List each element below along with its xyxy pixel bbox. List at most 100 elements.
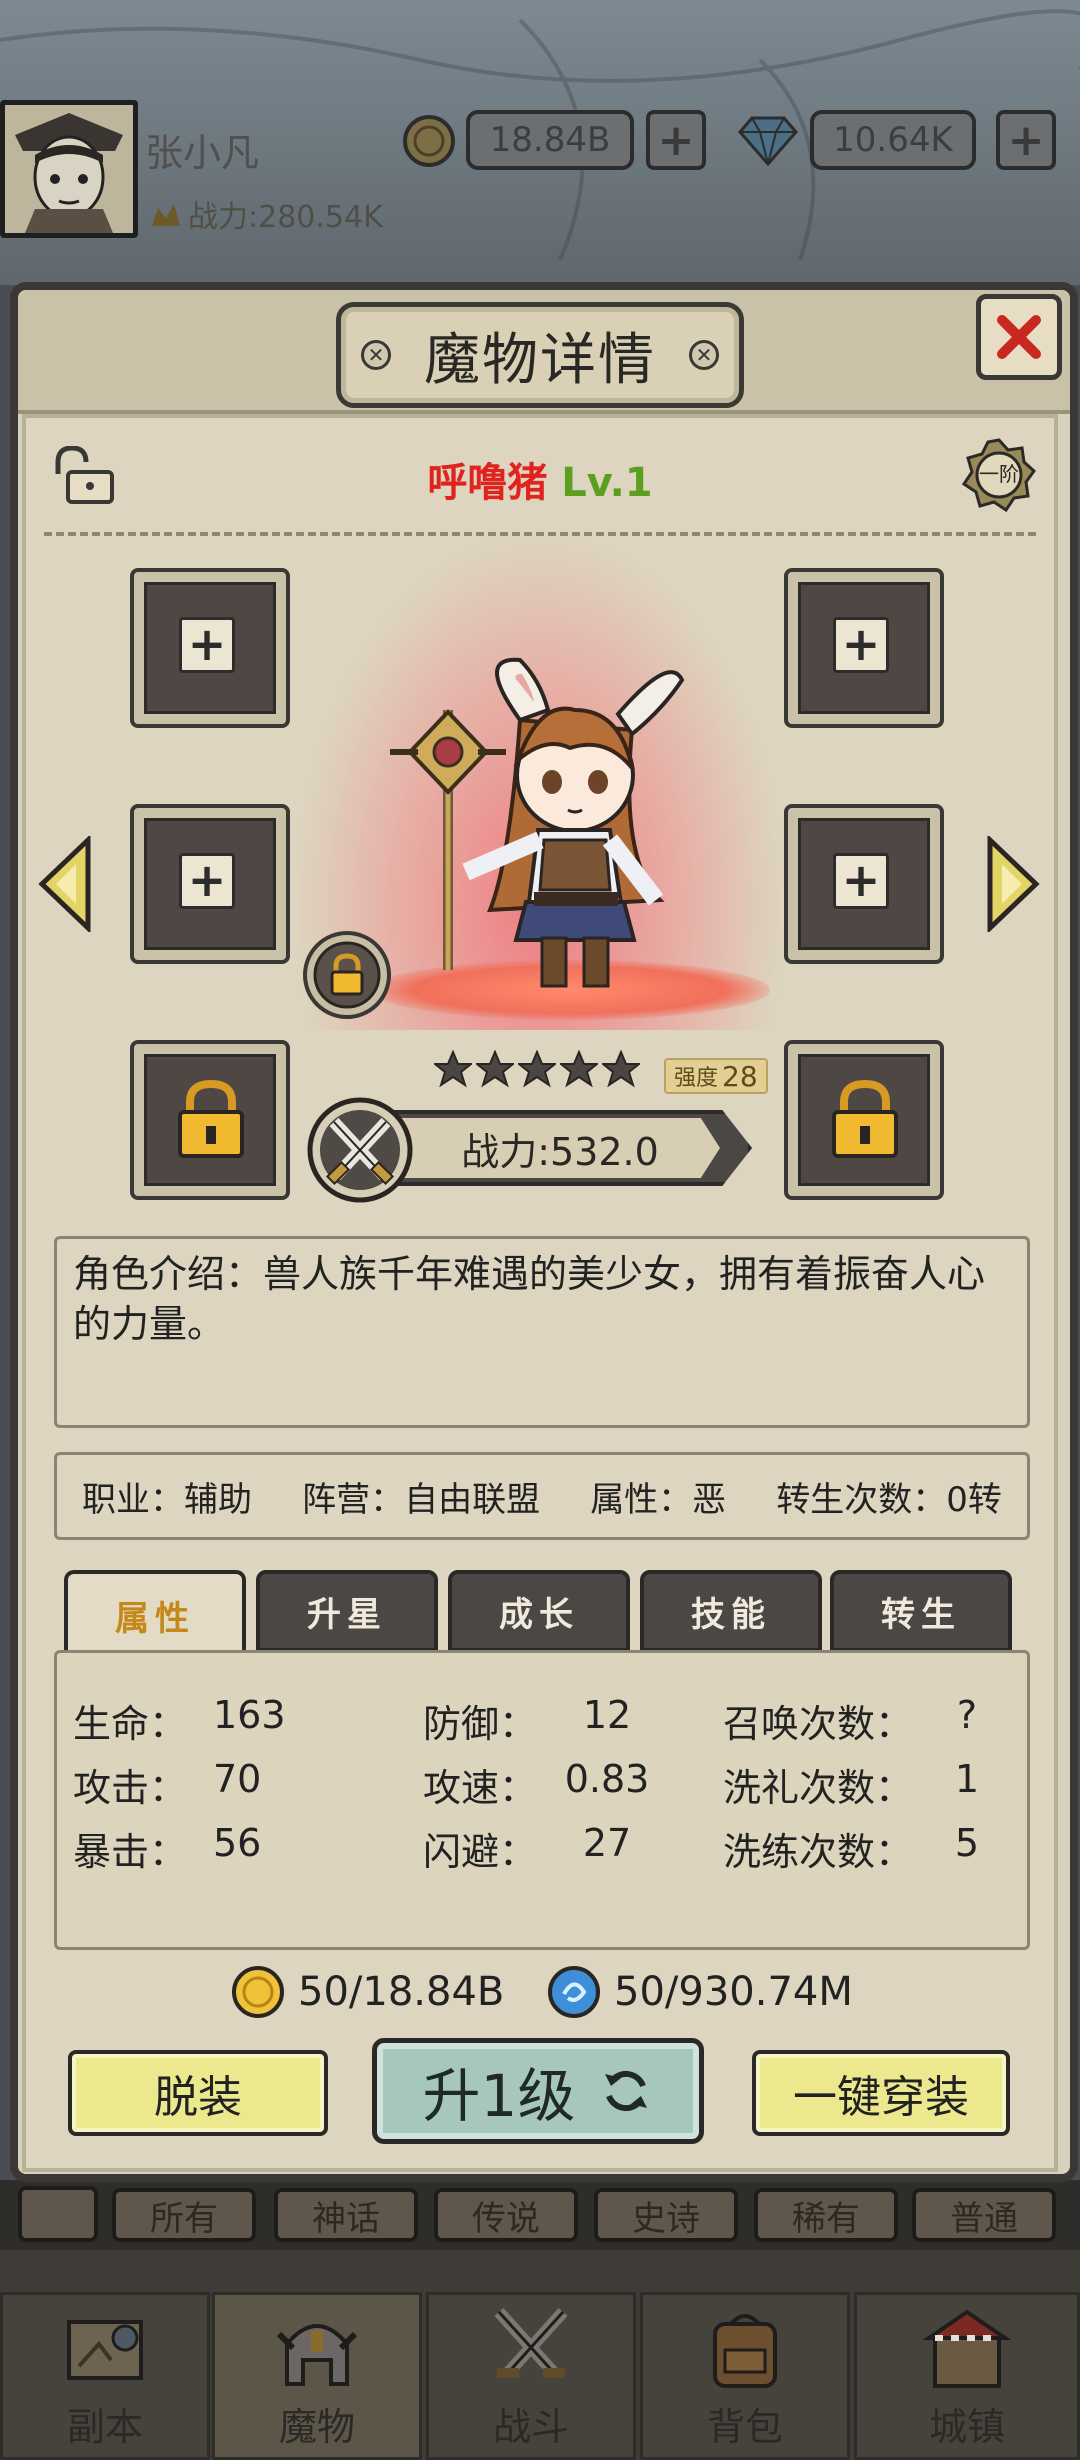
- level-up-button[interactable]: 升1级: [372, 2038, 704, 2144]
- crossed-swords-icon: [494, 2307, 568, 2379]
- combat-power-value: 战力:532.0: [400, 1118, 720, 1178]
- stat-label-dodge: 闪避：: [423, 1830, 538, 1874]
- tab-rebirth[interactable]: 转生: [830, 1570, 1012, 1652]
- diamond-amount: 10.64K: [810, 110, 976, 170]
- crystal-cost: 50/930.74M: [546, 1964, 853, 2020]
- rank-badge: 一阶: [961, 438, 1037, 513]
- add-gold-button[interactable]: +: [646, 110, 706, 170]
- stat-value-attack: 70: [213, 1757, 262, 1801]
- equip-slot-2[interactable]: +: [784, 568, 944, 728]
- lock-icon: [832, 1080, 898, 1158]
- gold-cost: 50/18.84B: [230, 1964, 504, 2020]
- attribute-info: 属性：恶: [590, 1479, 727, 1520]
- gold-amount: 18.84B: [466, 110, 634, 170]
- filter-toggle-button[interactable]: [18, 2186, 98, 2242]
- monster-title: 呼噜猪 Lv.1: [0, 450, 1080, 508]
- next-arrow-icon[interactable]: [986, 836, 1042, 932]
- monster-description: 角色介绍：兽人族千年难遇的美少女，拥有着振奋人心的力量。: [54, 1236, 1030, 1428]
- strength-label: 强度: [674, 1066, 719, 1091]
- diamond-icon: [738, 116, 798, 166]
- add-equip-icon: +: [179, 853, 235, 909]
- stat-label-summon-count: 召唤次数：: [723, 1702, 914, 1746]
- map-scroll-icon: [67, 2320, 143, 2380]
- nav-tab-battle[interactable]: 战斗: [426, 2292, 636, 2460]
- nav-tab-town[interactable]: 城镇: [854, 2292, 1080, 2460]
- filter-tab-all[interactable]: 所有: [112, 2188, 256, 2242]
- star-icon: [602, 1050, 640, 1088]
- unequip-button[interactable]: 脱装: [68, 2050, 328, 2136]
- stats-panel: 生命： 163 攻击： 70 暴击： 56 防御： 12 攻速： 0.83 闪避…: [54, 1650, 1030, 1950]
- equip-all-button[interactable]: 一键穿装: [752, 2050, 1010, 2136]
- strength-value: 28: [722, 1059, 758, 1093]
- stat-label-defense: 防御：: [423, 1702, 538, 1746]
- stat-value-refine-count: 5: [954, 1821, 980, 1865]
- stat-value-attack-speed: 0.83: [564, 1757, 650, 1801]
- stat-label-baptism-count: 洗礼次数：: [723, 1766, 914, 1810]
- player-power-value: 战力:280.54K: [188, 200, 383, 235]
- monster-level: Lv.1: [561, 460, 653, 506]
- close-icon: [997, 315, 1041, 359]
- stat-label-crit: 暴击：: [73, 1830, 188, 1874]
- tab-star-up[interactable]: 升星: [256, 1570, 438, 1652]
- nav-label-bag: 背包: [706, 2405, 783, 2449]
- equip-slot-1[interactable]: +: [130, 568, 290, 728]
- filter-tab-legend[interactable]: 传说: [434, 2188, 578, 2242]
- stat-value-summon-count: ?: [956, 1693, 978, 1737]
- equip-slot-4[interactable]: +: [784, 804, 944, 964]
- star-icon: [476, 1050, 514, 1088]
- nav-label-dungeon: 副本: [66, 2405, 143, 2449]
- nav-tab-dungeon[interactable]: 副本: [0, 2292, 210, 2460]
- level-up-label: 升1级: [422, 2062, 576, 2130]
- monster-info-row: 职业：辅助 阵营：自由联盟 属性：恶 转生次数：0转: [54, 1452, 1030, 1540]
- crossed-swords-icon: [307, 1097, 413, 1203]
- tab-growth[interactable]: 成长: [448, 1570, 630, 1652]
- skill-lock-icon[interactable]: [300, 928, 394, 1022]
- filter-tab-common[interactable]: 普通: [912, 2188, 1056, 2242]
- nav-label-town: 城镇: [928, 2405, 1005, 2449]
- add-diamond-button[interactable]: +: [996, 110, 1056, 170]
- previous-arrow-icon[interactable]: [36, 836, 92, 932]
- screw-icon: ✕: [689, 340, 719, 370]
- nav-tab-bag[interactable]: 背包: [640, 2292, 850, 2460]
- nav-label-battle: 战斗: [492, 2405, 569, 2449]
- stat-label-attack-speed: 攻速：: [423, 1766, 538, 1810]
- player-avatar[interactable]: [0, 100, 138, 238]
- town-shop-icon: [922, 2309, 1012, 2388]
- close-button[interactable]: [976, 294, 1062, 380]
- screw-icon: ✕: [361, 340, 391, 370]
- filter-tab-mythic[interactable]: 神话: [274, 2188, 418, 2242]
- stat-label-hp: 生命：: [73, 1702, 188, 1746]
- faction-info: 阵营：自由联盟: [302, 1479, 541, 1520]
- lock-icon: [178, 1080, 244, 1158]
- tab-attributes[interactable]: 属性: [64, 1570, 246, 1656]
- stat-value-baptism-count: 1: [954, 1757, 980, 1801]
- equip-slot-locked-1[interactable]: [130, 1040, 290, 1200]
- star-rating: [434, 1050, 640, 1088]
- rank-label: 一阶: [979, 462, 1019, 486]
- equip-slot-locked-2[interactable]: [784, 1040, 944, 1200]
- star-icon: [518, 1050, 556, 1088]
- blue-crystal-icon: [548, 1966, 600, 2018]
- gold-coin-icon: [232, 1966, 284, 2018]
- equip-slot-3[interactable]: +: [130, 804, 290, 964]
- tab-skills[interactable]: 技能: [640, 1570, 822, 1652]
- nav-label-monster: 魔物: [278, 2405, 355, 2449]
- stat-value-hp: 163: [213, 1693, 286, 1737]
- power-icon: [152, 204, 180, 226]
- job-info: 职业：辅助: [82, 1479, 253, 1520]
- refresh-icon: [605, 2070, 648, 2112]
- filter-tab-rare[interactable]: 稀有: [754, 2188, 898, 2242]
- monster-character-image: [390, 657, 685, 988]
- helmet-icon: [276, 2324, 358, 2386]
- nav-tab-monster[interactable]: 魔物: [212, 2292, 422, 2460]
- monster-name: 呼噜猪: [427, 460, 548, 506]
- stat-label-refine-count: 洗练次数：: [723, 1830, 914, 1874]
- add-equip-icon: +: [833, 853, 889, 909]
- star-icon: [560, 1050, 598, 1088]
- stat-label-attack: 攻击：: [73, 1766, 188, 1810]
- add-equip-icon: +: [833, 617, 889, 673]
- gold-cost-value: 50/18.84B: [298, 1969, 505, 2015]
- filter-tab-epic[interactable]: 史诗: [594, 2188, 738, 2242]
- add-equip-icon: +: [179, 617, 235, 673]
- player-name: 张小凡: [145, 131, 260, 175]
